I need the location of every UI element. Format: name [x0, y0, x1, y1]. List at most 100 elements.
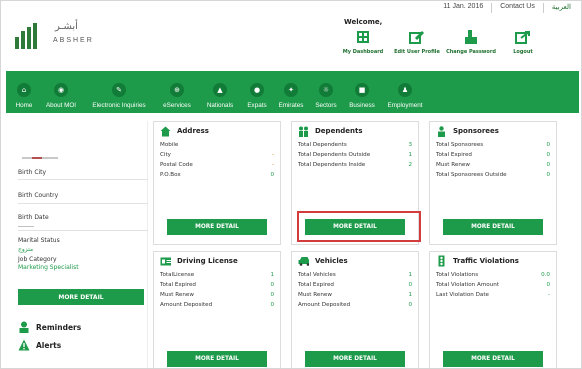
quick-link-logout[interactable]: Logout — [498, 29, 548, 55]
alerts-label: Alerts — [36, 340, 62, 350]
row-value: 1 — [408, 152, 412, 158]
quick-link-dashboard[interactable]: My Dashboard — [338, 29, 388, 55]
card-title: Traffic Violations — [453, 257, 519, 265]
address-more-detail-button[interactable]: MORE DETAIL — [167, 219, 267, 235]
alerts-link[interactable]: Alerts — [18, 339, 61, 351]
card-row: Total Dependents Outside 1 — [298, 150, 412, 160]
row-value: 0 — [270, 292, 274, 298]
row-value: 0 — [408, 282, 412, 288]
row-label: Last Violation Date — [436, 292, 489, 298]
card-header: Sponsorees — [430, 122, 556, 140]
job-category-value: Marketing Specialist — [18, 264, 79, 271]
nav-label: Expats — [247, 102, 267, 109]
birth-country-label: Birth Country — [18, 192, 59, 199]
row-label: Total Violations — [436, 272, 479, 278]
family-icon — [298, 126, 309, 137]
quick-link-edit-profile[interactable]: Edit User Profile — [392, 29, 442, 55]
row-value: 1 — [408, 272, 412, 278]
nav-item-nationals[interactable]: ▲ Nationals — [200, 71, 240, 113]
reminders-label: Reminders — [36, 322, 82, 332]
emirates-icon: ✦ — [284, 83, 298, 97]
absher-logo[interactable]: أبشـر ABSHER — [15, 15, 105, 49]
card-row: Total Sponsorees Outside 0 — [436, 170, 550, 180]
row-label: Total Expired — [160, 282, 196, 288]
nav-label: Business — [349, 102, 375, 109]
current-date: 11 Jan. 2016 — [443, 3, 484, 10]
address-card: Address Mobile City - Postal Code - P.O.Bo… — [153, 121, 281, 245]
profile-more-detail-button[interactable]: MORE DETAIL — [18, 289, 144, 305]
card-title: Dependents — [315, 127, 363, 135]
card-header: Dependents — [292, 122, 418, 140]
row-value: 0 — [546, 152, 550, 158]
dashboard-icon — [354, 29, 372, 45]
divider — [542, 3, 544, 13]
row-value: 1 — [408, 292, 412, 298]
nationals-icon: ▲ — [213, 83, 227, 97]
row-label: Total Sponsorees Outside — [436, 172, 507, 178]
card-title: Vehicles — [315, 257, 348, 265]
card-row: Postal Code - — [160, 160, 274, 170]
name-placeholder-bar — [22, 157, 58, 159]
employment-icon: ♟ — [398, 83, 412, 97]
card-header: Traffic Violations — [430, 252, 556, 270]
nav-item-eservices[interactable]: ⊕ eServices — [156, 71, 198, 113]
birth-city-label: Birth City — [18, 169, 47, 176]
language-switch-link[interactable]: العربية — [552, 3, 571, 13]
reminders-link[interactable]: Reminders — [18, 321, 81, 333]
birth-date-label: Birth Date — [18, 214, 49, 221]
row-label: Total Dependents Outside — [298, 152, 371, 158]
sponsor-icon — [436, 125, 447, 137]
row-label: Must Renew — [160, 292, 194, 298]
nav-label: Employment — [387, 102, 423, 109]
row-value: 3 — [408, 142, 412, 148]
nav-item-sectors[interactable]: ☼ Sectors — [310, 71, 342, 113]
nav-label: About MOI — [45, 102, 77, 109]
sponsorees-more-detail-button[interactable]: MORE DETAIL — [443, 219, 543, 235]
row-value: 0 — [408, 302, 412, 308]
row-label: Total Sponsorees — [436, 142, 484, 148]
row-label: TotalLicense — [160, 272, 195, 278]
card-row: Total Sponsorees 0 — [436, 140, 550, 150]
row-value: 0 — [270, 282, 274, 288]
quick-link-label: My Dashboard — [342, 49, 384, 55]
card-row: Total Expired 0 — [298, 280, 412, 290]
contact-us-link[interactable]: Contact Us — [500, 3, 535, 13]
quick-link-change-password[interactable]: Change Password — [446, 29, 496, 55]
change-password-icon — [462, 29, 480, 45]
divider — [18, 179, 148, 180]
nav-item-inquiries[interactable]: ✎ Electronic Inquiries — [84, 71, 154, 113]
card-title: Address — [177, 127, 209, 135]
nav-item-emirates[interactable]: ✦ Emirates — [274, 71, 308, 113]
row-label: Amount Deposited — [160, 302, 213, 308]
card-row: Total Violations 0.0 — [436, 270, 550, 280]
nav-label: Home — [15, 102, 33, 109]
card-row: Must Renew 0 — [160, 290, 274, 300]
job-category-label: Job Category — [18, 256, 57, 263]
highlight-box — [297, 211, 421, 242]
quick-link-label: Edit User Profile — [394, 49, 440, 55]
nav-item-expats[interactable]: ● Expats — [242, 71, 272, 113]
nav-item-home[interactable]: ⌂ Home — [12, 71, 36, 113]
card-row: Mobile — [160, 140, 274, 150]
row-value: 0.0 — [541, 272, 550, 278]
card-row: Must Renew 0 — [436, 160, 550, 170]
card-row: Must Renew 1 — [298, 290, 412, 300]
birth-date-value: ـــــــــ — [18, 222, 34, 229]
divider — [491, 3, 493, 13]
card-row: Amount Deposited 0 — [298, 300, 412, 310]
card-row: Total Expired 0 — [436, 150, 550, 160]
vehicles-more-detail-button[interactable]: MORE DETAIL — [305, 351, 405, 367]
vehicles-card: Vehicles Total Vehicles 1 Total Expired 0 … — [291, 251, 419, 368]
nav-item-about[interactable]: ◉ About MOI — [40, 71, 82, 113]
row-value: - — [271, 162, 274, 168]
divider — [18, 230, 148, 231]
row-value: 1 — [270, 272, 274, 278]
nav-item-employment[interactable]: ♟ Employment — [382, 71, 428, 113]
nav-item-business[interactable]: ■ Business — [344, 71, 380, 113]
expats-icon: ● — [250, 83, 264, 97]
row-value: 0 — [546, 172, 550, 178]
sectors-icon: ☼ — [319, 83, 333, 97]
traffic-more-detail-button[interactable]: MORE DETAIL — [443, 351, 543, 367]
driving-more-detail-button[interactable]: MORE DETAIL — [167, 351, 267, 367]
card-header: Address — [154, 122, 280, 140]
